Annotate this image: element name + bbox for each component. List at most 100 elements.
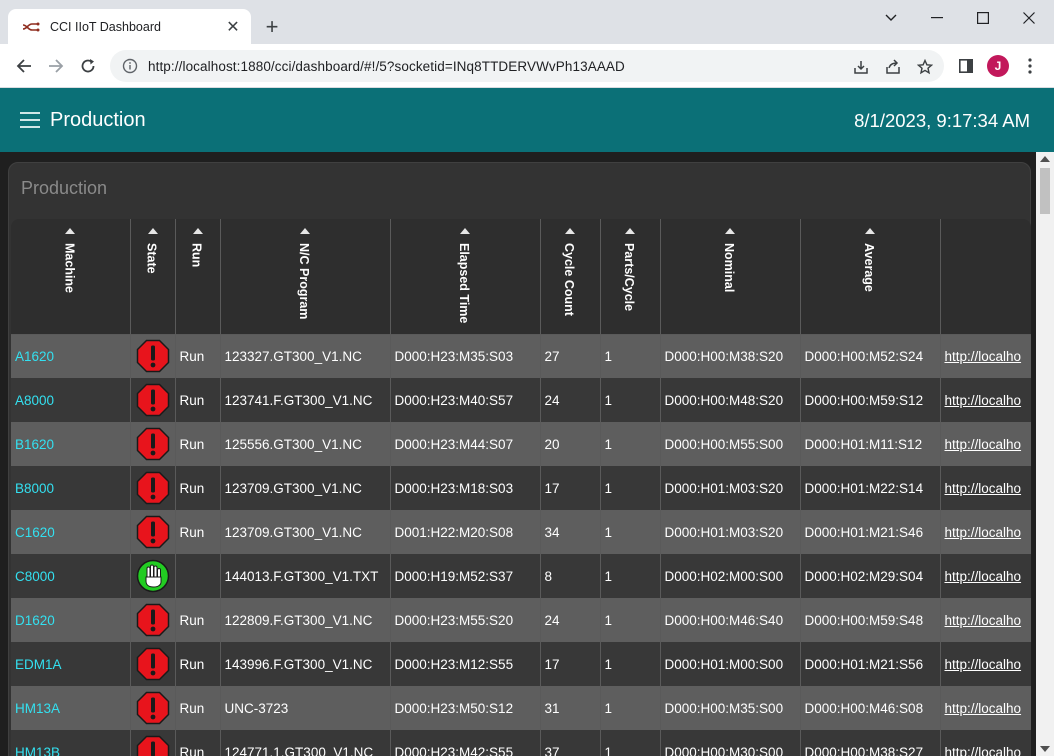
cell-run: Run xyxy=(175,510,221,554)
cell-state xyxy=(130,730,176,756)
cell-elapsed: D000:H23:M18:S03 xyxy=(390,466,541,510)
cell-state xyxy=(130,598,176,642)
table-row[interactable]: B8000 Run 123709.GT300_V1.NC D000:H23:M18:S… xyxy=(11,466,1031,510)
table-row[interactable]: A1620 Run 123327.GT300_V1.NC D000:H23:M35:S… xyxy=(11,334,1031,378)
site-info-icon[interactable] xyxy=(122,58,138,74)
cell-elapsed: D000:H23:M12:S55 xyxy=(390,642,541,686)
column-header-nominal[interactable]: Nominal xyxy=(660,219,801,335)
cell-parts: 1 xyxy=(600,466,661,510)
sort-arrow-icon[interactable] xyxy=(65,228,76,234)
cell-link[interactable]: http://localho xyxy=(940,422,1031,466)
cell-cycles: 17 xyxy=(540,642,601,686)
browser-tab[interactable]: CCI IIoT Dashboard ✕ xyxy=(8,9,251,44)
close-window-button[interactable] xyxy=(1006,5,1052,31)
cell-run: Run xyxy=(175,642,221,686)
table-row[interactable]: B1620 Run 125556.GT300_V1.NC D000:H23:M44:S… xyxy=(11,422,1031,466)
column-header-link[interactable] xyxy=(940,219,1031,335)
cell-elapsed: D000:H23:M55:S20 xyxy=(390,598,541,642)
cell-parts: 1 xyxy=(600,510,661,554)
hamburger-menu-icon[interactable] xyxy=(20,112,40,128)
back-arrow-icon[interactable] xyxy=(10,52,38,80)
sort-arrow-icon[interactable] xyxy=(725,228,735,234)
cell-cycles: 20 xyxy=(540,422,601,466)
scroll-down-arrow-icon[interactable] xyxy=(1040,746,1050,752)
cell-machine: A1620 xyxy=(11,334,131,378)
maximize-button[interactable] xyxy=(960,5,1006,31)
cell-link[interactable]: http://localho xyxy=(940,554,1031,598)
column-header-label: N/C Program xyxy=(297,243,311,320)
cell-cycles: 27 xyxy=(540,334,601,378)
sort-arrow-icon[interactable] xyxy=(300,228,310,234)
profile-avatar[interactable]: J xyxy=(987,55,1009,77)
scroll-thumb[interactable] xyxy=(1040,168,1050,214)
cell-link[interactable]: http://localho xyxy=(940,334,1031,378)
stop-sign-icon xyxy=(136,735,169,756)
cell-link[interactable]: http://localho xyxy=(940,642,1031,686)
cell-average: D000:H02:M29:S04 xyxy=(800,554,941,598)
cell-link[interactable]: http://localho xyxy=(940,686,1031,730)
table-row[interactable]: EDM1A Run 143996.F.GT300_V1.NC D000:H23:M12… xyxy=(11,642,1031,686)
cell-link[interactable]: http://localho xyxy=(940,730,1031,756)
table-row[interactable]: C1620 Run 123709.GT300_V1.NC D001:H22:M20:S… xyxy=(11,510,1031,554)
cell-nominal: D000:H01:M00:S00 xyxy=(660,642,801,686)
sort-arrow-icon[interactable] xyxy=(147,228,158,234)
sort-arrow-icon[interactable] xyxy=(565,228,575,234)
bookmark-star-icon[interactable] xyxy=(914,56,936,78)
table-row[interactable]: D1620 Run 122809.F.GT300_V1.NC D000:H23:M55… xyxy=(11,598,1031,642)
stop-sign-icon xyxy=(136,603,169,637)
address-bar[interactable]: http://localhost:1880/cci/dashboard/#!/5… xyxy=(110,50,944,82)
side-panel-icon[interactable] xyxy=(955,55,977,77)
cell-link[interactable]: http://localho xyxy=(940,510,1031,554)
install-app-icon[interactable] xyxy=(850,56,872,78)
cell-link[interactable]: http://localho xyxy=(940,466,1031,510)
hand-icon xyxy=(136,559,169,593)
cell-link[interactable]: http://localho xyxy=(940,598,1031,642)
new-tab-button[interactable]: + xyxy=(258,14,286,42)
cell-program: 143996.F.GT300_V1.NC xyxy=(220,642,391,686)
cell-link[interactable]: http://localho xyxy=(940,378,1031,422)
production-table: Machine State Run N/C Program Elapsed Time Cy… xyxy=(11,219,1031,756)
datetime-display: 8/1/2023, 9:17:34 AM xyxy=(854,110,1030,131)
cell-parts: 1 xyxy=(600,554,661,598)
browser-tabstrip: CCI IIoT Dashboard ✕ + xyxy=(0,0,1054,44)
sort-arrow-icon[interactable] xyxy=(192,228,203,234)
cell-program: 122809.F.GT300_V1.NC xyxy=(220,598,391,642)
tab-title: CCI IIoT Dashboard xyxy=(50,19,161,34)
column-header-average[interactable]: Average xyxy=(800,219,941,335)
column-header-run[interactable]: Run xyxy=(175,219,221,335)
close-tab-icon[interactable]: ✕ xyxy=(221,15,245,39)
cell-run: Run xyxy=(175,422,221,466)
sort-arrow-icon[interactable] xyxy=(460,228,470,234)
table-row[interactable]: HM13A Run UNC-3723 D000:H23:M50:S12 31 1 D000:… xyxy=(11,686,1031,730)
node-red-favicon-icon xyxy=(22,22,40,31)
share-icon[interactable] xyxy=(882,56,904,78)
cell-state xyxy=(130,466,176,510)
table-row[interactable]: A8000 Run 123741.F.GT300_V1.NC D000:H23:M40… xyxy=(11,378,1031,422)
table-row[interactable]: HM13B Run 124771.1.GT300_V1.NC D000:H23:M42… xyxy=(11,730,1031,756)
column-header-machine[interactable]: Machine xyxy=(11,219,131,335)
sort-arrow-icon[interactable] xyxy=(865,228,875,234)
url-text[interactable]: http://localhost:1880/cci/dashboard/#!/5… xyxy=(148,59,625,74)
forward-arrow-icon[interactable] xyxy=(42,52,70,80)
scroll-up-arrow-icon[interactable] xyxy=(1040,156,1050,162)
column-header-n-c-program[interactable]: N/C Program xyxy=(220,219,391,335)
stop-sign-icon xyxy=(136,647,169,681)
tab-search-icon[interactable] xyxy=(868,5,914,31)
table-row[interactable]: C8000 144013.F.GT300_V1.TXT D000:H19:M52:S… xyxy=(11,554,1031,598)
column-header-parts-cycle[interactable]: Parts/Cycle xyxy=(600,219,661,335)
cell-state xyxy=(130,686,176,730)
minimize-button[interactable] xyxy=(914,5,960,31)
page-scrollbar[interactable] xyxy=(1036,152,1054,756)
cell-average: D000:H01:M22:S14 xyxy=(800,466,941,510)
cell-program: 123741.F.GT300_V1.NC xyxy=(220,378,391,422)
sort-arrow-icon[interactable] xyxy=(625,228,635,234)
cell-state xyxy=(130,422,176,466)
reload-icon[interactable] xyxy=(74,52,102,80)
column-header-state[interactable]: State xyxy=(130,219,176,335)
cell-parts: 1 xyxy=(600,378,661,422)
column-header-elapsed-time[interactable]: Elapsed Time xyxy=(390,219,541,335)
cell-parts: 1 xyxy=(600,334,661,378)
column-header-cycle-count[interactable]: Cycle Count xyxy=(540,219,601,335)
browser-menu-icon[interactable] xyxy=(1019,55,1041,77)
cell-nominal: D000:H00:M46:S40 xyxy=(660,598,801,642)
